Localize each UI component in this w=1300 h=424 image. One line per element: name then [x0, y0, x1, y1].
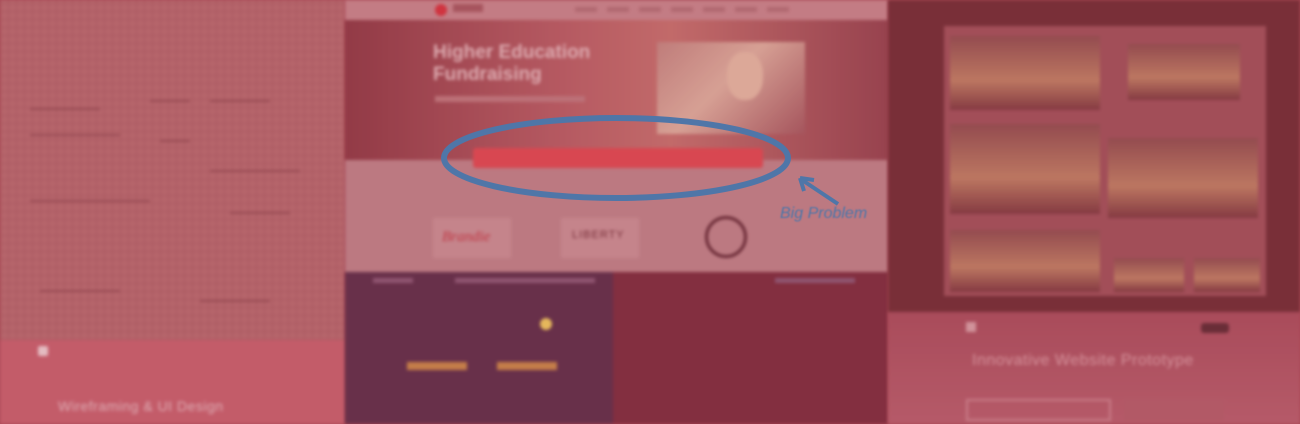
annotation-label: Big Problem [780, 205, 868, 222]
sketch-stroke [30, 200, 150, 202]
sketch-stroke [210, 100, 270, 102]
dark-nav-item [373, 278, 413, 283]
footer-pill [1201, 323, 1229, 333]
prototype-panel: Innovative Website Prototype [888, 0, 1300, 424]
nav-item [703, 7, 725, 12]
hero-banner [345, 20, 888, 160]
prototype-tile [1194, 258, 1260, 292]
sketch-stroke [150, 100, 190, 102]
panel-caption: Wireframing & UI Design [58, 398, 224, 414]
nav-item [607, 7, 629, 12]
panel-icon [38, 346, 48, 356]
sketch-stroke [30, 108, 100, 110]
light-icon [540, 318, 552, 330]
dark-section-button [407, 362, 467, 370]
partner-logo-circle [705, 216, 747, 258]
nav-item [767, 7, 789, 12]
dark-section-button [497, 362, 557, 370]
prototype-tile [950, 124, 1100, 214]
prototype-tile [1128, 44, 1240, 100]
nav-item [575, 7, 597, 12]
sketch-stroke [40, 290, 120, 292]
nav-item [639, 7, 661, 12]
prototype-tile [950, 230, 1100, 292]
filled-button [1124, 399, 1224, 421]
dark-nav-item [775, 278, 855, 283]
hero-title: Higher Education Fundraising [433, 42, 591, 85]
dark-section-right [613, 272, 888, 424]
panel-icon [966, 322, 976, 332]
wireframe-sketch-panel: Wireframing & UI Design [0, 0, 345, 424]
dark-section-left [345, 272, 613, 424]
sketch-stroke [230, 212, 290, 214]
logo-icon [435, 4, 447, 16]
logo-wordmark [453, 4, 483, 12]
prototype-tile [1114, 258, 1184, 292]
outline-button [966, 399, 1111, 421]
cta-bar [473, 148, 763, 168]
partner-logo-1: Brandie [442, 229, 491, 245]
nav-item [735, 7, 757, 12]
sketch-stroke [200, 300, 270, 302]
hero-photo-person [727, 52, 763, 100]
sketch-stroke [30, 134, 120, 136]
dark-nav-item [455, 278, 595, 283]
sketch-stroke [210, 170, 300, 172]
sketch-stroke [160, 140, 190, 142]
hero-subtitle [435, 96, 585, 102]
prototype-tile [1108, 138, 1258, 218]
graph-paper [0, 0, 345, 340]
partner-logo-2: LIBERTY [572, 229, 625, 241]
nav-item [671, 7, 693, 12]
prototype-tile [950, 36, 1100, 110]
panel-subtitle: Innovative Website Prototype [972, 352, 1194, 369]
